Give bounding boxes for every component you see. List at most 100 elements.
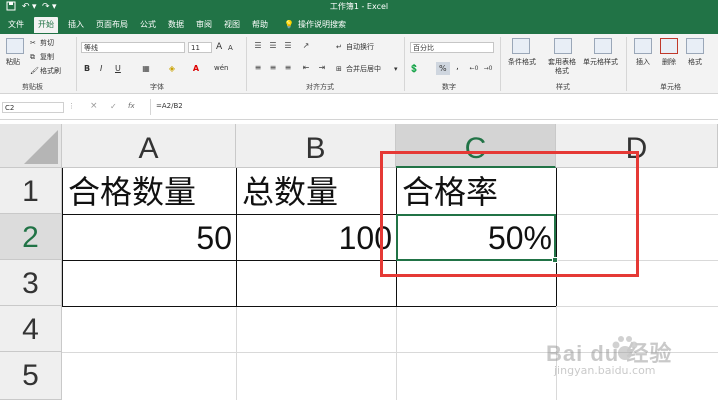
underline-button[interactable]: U	[115, 64, 121, 73]
shrink-font-button[interactable]: A	[228, 44, 233, 53]
font-group-label: 字体	[150, 83, 164, 91]
insert-cells-icon[interactable]	[634, 38, 652, 54]
row-header-2[interactable]: 2	[0, 214, 62, 260]
insert-function-button[interactable]: fx	[128, 102, 135, 111]
worksheet-grid: A B C D 1 2 3 4 5 合格数量 总数量 合格率 50 100 50…	[0, 124, 718, 400]
align-top-icon[interactable]: ☰	[252, 41, 264, 51]
ribbon-separator	[500, 37, 501, 91]
font-size-select[interactable]: 11	[188, 42, 212, 53]
paste-icon[interactable]	[6, 38, 24, 54]
baidu-watermark: Bai du 经验 jingyan.baidu.com	[546, 330, 716, 384]
font-name-select[interactable]: 等线	[81, 42, 185, 53]
tab-page-layout[interactable]: 页面布局	[92, 17, 132, 33]
phonetic-button[interactable]: wén	[214, 64, 228, 73]
formula-bar-divider	[150, 99, 151, 115]
align-right-icon[interactable]: ≡	[282, 63, 294, 73]
paste-button[interactable]: 粘贴	[6, 58, 20, 67]
decrease-indent-icon[interactable]: ⇤	[300, 63, 312, 73]
conditional-formatting-button[interactable]: 条件格式	[508, 58, 536, 67]
copy-icon[interactable]: ⧉	[30, 53, 35, 62]
formula-input[interactable]: =A2/B2	[156, 102, 183, 111]
ribbon-separator	[404, 37, 405, 91]
watermark-url: jingyan.baidu.com	[554, 364, 656, 377]
format-cells-button[interactable]: 格式	[688, 58, 702, 67]
clipboard-group-label: 剪贴板	[22, 83, 43, 91]
format-as-table-icon[interactable]	[554, 38, 572, 54]
row-header-3[interactable]: 3	[0, 260, 62, 306]
cell-b2[interactable]: 100	[236, 218, 392, 258]
borders-icon[interactable]: ▦	[140, 64, 152, 74]
cancel-icon[interactable]: ×	[90, 102, 98, 111]
insert-cells-button[interactable]: 插入	[636, 58, 650, 67]
ribbon-tabs: 文件 开始 插入 页面布局 公式 数据 审阅 视图 帮助 💡 操作说明搜索	[0, 14, 718, 34]
cell-a1[interactable]: 合格数量	[68, 172, 196, 212]
window-title: 工作簿1 - Excel	[329, 2, 389, 11]
grow-font-button[interactable]: A	[216, 43, 222, 52]
cell-a2[interactable]: 50	[62, 218, 232, 258]
align-bottom-icon[interactable]: ☰	[282, 41, 294, 51]
align-middle-icon[interactable]: ☰	[267, 41, 279, 51]
alignment-group-label: 对齐方式	[306, 83, 334, 91]
delete-cells-icon[interactable]	[660, 38, 678, 54]
format-cells-icon[interactable]	[686, 38, 704, 54]
name-box[interactable]: C2	[2, 102, 64, 113]
merge-center-button[interactable]: 合并后居中	[346, 65, 381, 74]
column-header-b[interactable]: B	[236, 124, 396, 168]
merge-dropdown-icon[interactable]: ▾	[394, 65, 398, 74]
copy-button[interactable]: 复制	[40, 53, 54, 62]
italic-button[interactable]: I	[100, 64, 102, 73]
cut-button[interactable]: 剪切	[40, 39, 54, 48]
ribbon: 粘贴 ✂ 剪切 ⧉ 复制 🖌 格式刷 剪贴板 等线 11 A A B I U ▦…	[0, 34, 718, 94]
align-center-icon[interactable]: ≡	[267, 63, 279, 73]
percent-style-button[interactable]: %	[436, 62, 450, 75]
bold-button[interactable]: B	[84, 64, 90, 73]
tab-data[interactable]: 数据	[164, 17, 188, 33]
wrap-text-button[interactable]: 自动换行	[346, 43, 374, 52]
cells-group-label: 单元格	[660, 83, 681, 91]
number-group-label: 数字	[442, 83, 456, 91]
increase-decimal-icon[interactable]: ←0	[468, 64, 480, 74]
column-header-a[interactable]: A	[62, 124, 236, 168]
format-painter-button[interactable]: 格式刷	[40, 67, 61, 76]
row-header-5[interactable]: 5	[0, 352, 62, 400]
format-as-table-button[interactable]: 套用表格格式	[546, 58, 578, 76]
align-left-icon[interactable]: ≡	[252, 63, 264, 73]
format-painter-icon[interactable]: 🖌	[30, 67, 39, 76]
row-header-4[interactable]: 4	[0, 306, 62, 352]
font-color-icon[interactable]: A	[190, 64, 202, 74]
tab-view[interactable]: 视图	[220, 17, 244, 33]
highlight-rectangle	[380, 151, 639, 277]
merge-icon[interactable]: ⊞	[336, 65, 342, 74]
select-all-triangle-icon	[24, 130, 58, 164]
tab-insert[interactable]: 插入	[64, 17, 88, 33]
gridline	[396, 306, 397, 400]
tab-help[interactable]: 帮助	[248, 17, 272, 33]
delete-cells-button[interactable]: 删除	[662, 58, 676, 67]
wrap-text-icon[interactable]: ↵	[336, 43, 342, 52]
tell-me-search[interactable]: 操作说明搜索	[294, 17, 350, 33]
select-all-button[interactable]	[0, 124, 62, 168]
title-bar: ↶ ▾ ↷ ▾ 工作簿1 - Excel	[0, 0, 718, 14]
conditional-formatting-icon[interactable]	[512, 38, 530, 54]
tab-review[interactable]: 审阅	[192, 17, 216, 33]
increase-indent-icon[interactable]: ⇥	[316, 63, 328, 73]
accounting-format-icon[interactable]: 💲	[408, 64, 420, 74]
orientation-icon[interactable]: ↗	[300, 41, 312, 51]
comma-style-button[interactable]: ,	[456, 63, 459, 72]
name-box-dropdown-icon[interactable]: ⋮	[68, 102, 75, 111]
row-header-1[interactable]: 1	[0, 168, 62, 214]
cell-styles-button[interactable]: 单元格样式	[583, 58, 618, 67]
cell-styles-icon[interactable]	[594, 38, 612, 54]
number-format-select[interactable]: 百分比	[410, 42, 494, 53]
tab-formulas[interactable]: 公式	[136, 17, 160, 33]
fill-color-icon[interactable]: ◈	[166, 64, 178, 74]
tab-home[interactable]: 开始	[34, 17, 58, 33]
ribbon-separator	[246, 37, 247, 91]
formula-bar: C2 ⋮ × ✓ fx =A2/B2	[0, 96, 718, 120]
styles-group-label: 样式	[556, 83, 570, 91]
cell-b1[interactable]: 总数量	[242, 172, 338, 212]
decrease-decimal-icon[interactable]: →0	[482, 64, 494, 74]
tab-file[interactable]: 文件	[4, 17, 28, 33]
cut-icon[interactable]: ✂	[30, 39, 36, 48]
enter-icon[interactable]: ✓	[110, 102, 117, 111]
